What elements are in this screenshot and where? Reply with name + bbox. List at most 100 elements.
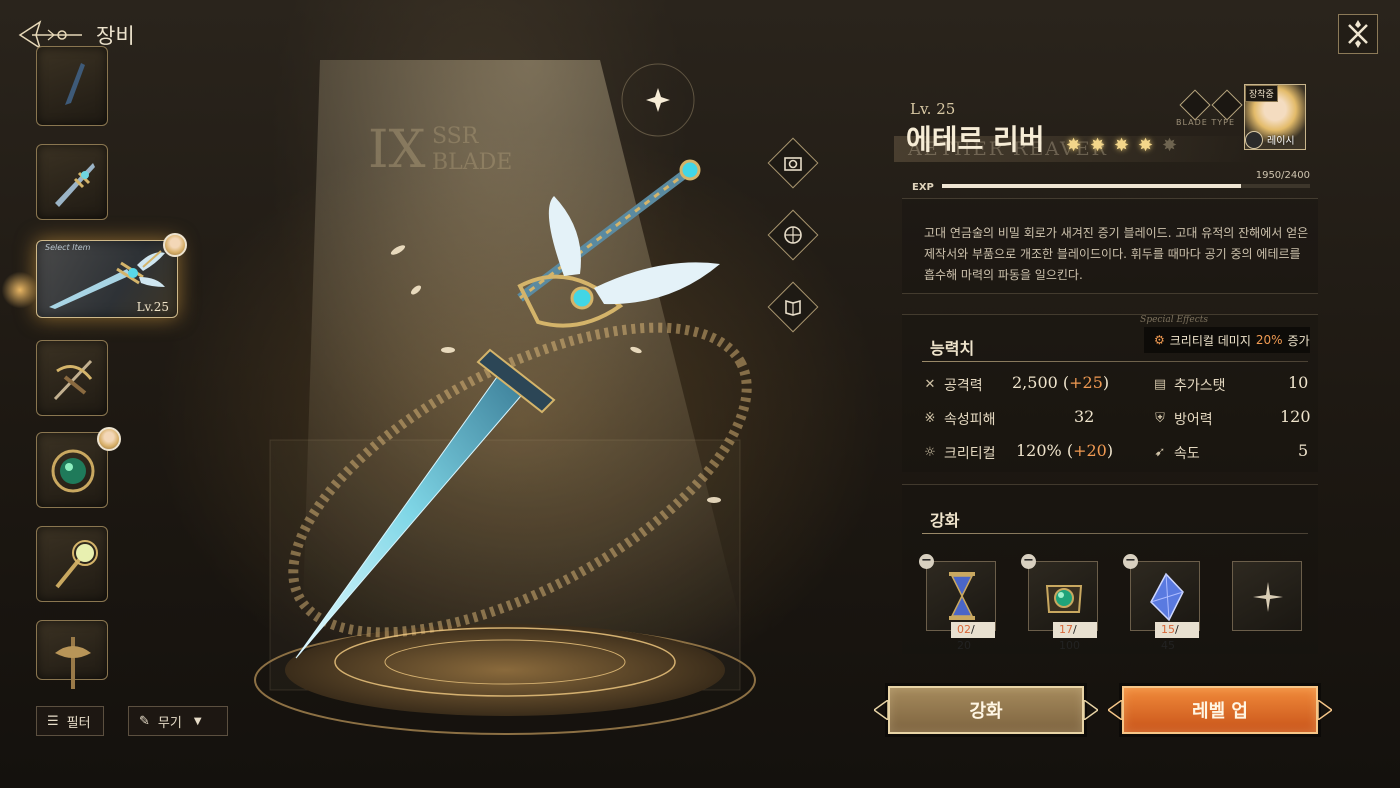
material-count: 02/ 20 (951, 622, 995, 652)
grade-class: BLADE (432, 150, 513, 175)
blue-crystal-icon (1150, 572, 1184, 622)
equipped-character-portrait[interactable]: 장착중 레이시 (1244, 84, 1306, 150)
emerald-emblem-icon (1045, 585, 1083, 613)
special-effects-caption: Special Effects (1140, 315, 1208, 325)
hourglass-icon (949, 572, 975, 620)
stat-extra-value: 10 (1288, 373, 1309, 392)
star-icon: ✸ (1138, 135, 1154, 156)
item-name: 에테르 리버 (906, 123, 1045, 156)
button-ornament-icon (1083, 698, 1100, 722)
feather-icon: ✎ (139, 713, 150, 729)
list-item[interactable] (36, 144, 108, 220)
stat-attack: ✕ 공격력 (922, 375, 983, 395)
stat-attack-value: 2,500 (+25) (1012, 373, 1110, 392)
staff-item-icon (55, 540, 98, 589)
list-item[interactable] (36, 620, 108, 689)
exp-bar-fill (942, 184, 1241, 188)
grade-roman-numeral: IX (368, 120, 426, 180)
chevron-down-icon: ▼ (193, 715, 202, 727)
close-icon (1348, 20, 1368, 48)
exp-value: 1950/2400 (1255, 170, 1310, 181)
stats-section: Special Effects 능력치 ⚙ 크리티컬 데미지 20% 증가 ✕ … (902, 314, 1318, 472)
material-current: 02 (957, 623, 971, 636)
enhance-button[interactable]: 강화 (872, 686, 1100, 734)
button-ornament-icon (1106, 698, 1123, 722)
stat-speed: ➹ 속도 (1152, 443, 1200, 463)
swap-icon[interactable] (1245, 131, 1263, 149)
filter-button[interactable]: ☰ 필터 (36, 706, 104, 736)
list-item[interactable] (36, 46, 108, 126)
boot-icon: ➹ (1154, 445, 1166, 460)
item-list[interactable]: Select Item Lv.25 (0, 46, 200, 689)
dagger-item-icon (55, 163, 95, 207)
scroll-icon: ▤ (1153, 377, 1167, 392)
divider (922, 533, 1308, 534)
stat-critical-value: 120% (+20) (1016, 441, 1114, 460)
equipped-character-avatar (97, 427, 121, 451)
remove-material-icon[interactable]: − (1021, 554, 1036, 569)
enhance-button-label: 강화 (969, 701, 1003, 722)
weapon-type-dropdown[interactable]: ✎ 무기 ▼ (128, 706, 228, 736)
equipped-character-name: 레이시 (1267, 136, 1295, 147)
star-empty-icon: ✸ (1162, 135, 1178, 156)
star-icon: ✸ (1066, 135, 1082, 156)
moon-element-icon[interactable] (1179, 89, 1211, 121)
stat-label: 속성피해 (944, 412, 996, 428)
stat-speed-value: 5 (1298, 441, 1309, 460)
material-count: 15/ 45 (1155, 622, 1199, 652)
blade-item-icon (65, 63, 85, 105)
blade-type-caption: BLADE TYPE (1176, 118, 1236, 127)
attack-bonus: +25 (1069, 373, 1103, 392)
remove-material-icon[interactable]: − (1123, 554, 1138, 569)
star-rating: ✸ ✸ ✸ ✸ ✸ (1066, 136, 1182, 156)
close-button[interactable] (1338, 14, 1378, 54)
camera-view-button[interactable] (767, 137, 819, 189)
list-item[interactable] (36, 427, 121, 508)
level-up-button[interactable]: 레벨 업 (1106, 686, 1334, 734)
list-item[interactable] (36, 526, 108, 602)
stat-label: 추가스탯 (1174, 378, 1226, 394)
list-item[interactable] (36, 340, 108, 416)
special-effect-chip: ⚙ 크리티컬 데미지 20% 증가 (1144, 327, 1310, 353)
material-slot[interactable]: − 02/ 20 (919, 554, 996, 652)
stat-extra: ▤ 추가스탯 (1152, 375, 1226, 395)
rune-circle-icon (784, 226, 802, 244)
item-level: Lv. 25 (910, 100, 956, 118)
description-box: 고대 연금술의 비밀 회로가 새겨진 증기 블레이드. 고대 유적의 잔해에서 … (902, 198, 1318, 294)
flame-element-icon[interactable] (1211, 89, 1243, 121)
empty-material-slot[interactable] (1232, 561, 1302, 631)
material-slot[interactable]: − 15/ 45 (1123, 554, 1200, 652)
remove-material-icon[interactable]: − (919, 554, 934, 569)
shield-icon: ⛨ (1155, 411, 1165, 426)
material-current: 17 (1059, 623, 1073, 636)
critical-value: 120% (1016, 441, 1062, 460)
button-ornament-icon (1317, 698, 1334, 722)
stat-elemental: ※ 속성피해 (922, 409, 996, 429)
attribute-view-button[interactable] (767, 209, 819, 261)
filter-label: 필터 (66, 715, 91, 731)
weapon-type-label: 무기 (157, 715, 182, 731)
camera-icon (784, 157, 802, 171)
material-slot[interactable]: − 17/ 100 (1021, 554, 1098, 652)
crossed-swords-icon: ✕ (924, 377, 936, 392)
grade-rarity: SSR (432, 124, 479, 149)
blade-type-icons (1179, 89, 1243, 121)
crossbow-item-icon (53, 359, 93, 401)
effect-value: 20% (1255, 333, 1283, 347)
critical-bonus: +20 (1073, 441, 1107, 460)
weapon-showcase (220, 60, 860, 788)
effect-text: 크리티컬 데미지 (1169, 333, 1251, 348)
sparkle-icon (646, 88, 670, 112)
attack-value: 2,500 (1012, 373, 1058, 392)
stat-label: 속도 (1174, 446, 1200, 462)
add-slot-icon (1253, 582, 1283, 612)
item-description: 고대 연금술의 비밀 회로가 새겨진 증기 블레이드. 고대 유적의 잔해에서 … (924, 226, 1309, 282)
pedestal (285, 624, 725, 716)
emerald-orb-icon (51, 449, 95, 493)
equipped-tag: 장착중 (1245, 85, 1278, 102)
lore-view-button[interactable] (767, 281, 819, 333)
stat-defense: ⛨ 방어력 (1152, 409, 1213, 429)
stat-critical: ☼ 크리티컬 (922, 443, 995, 463)
list-item-selected[interactable]: Select Item Lv.25 (36, 233, 187, 318)
book-icon (785, 299, 801, 316)
